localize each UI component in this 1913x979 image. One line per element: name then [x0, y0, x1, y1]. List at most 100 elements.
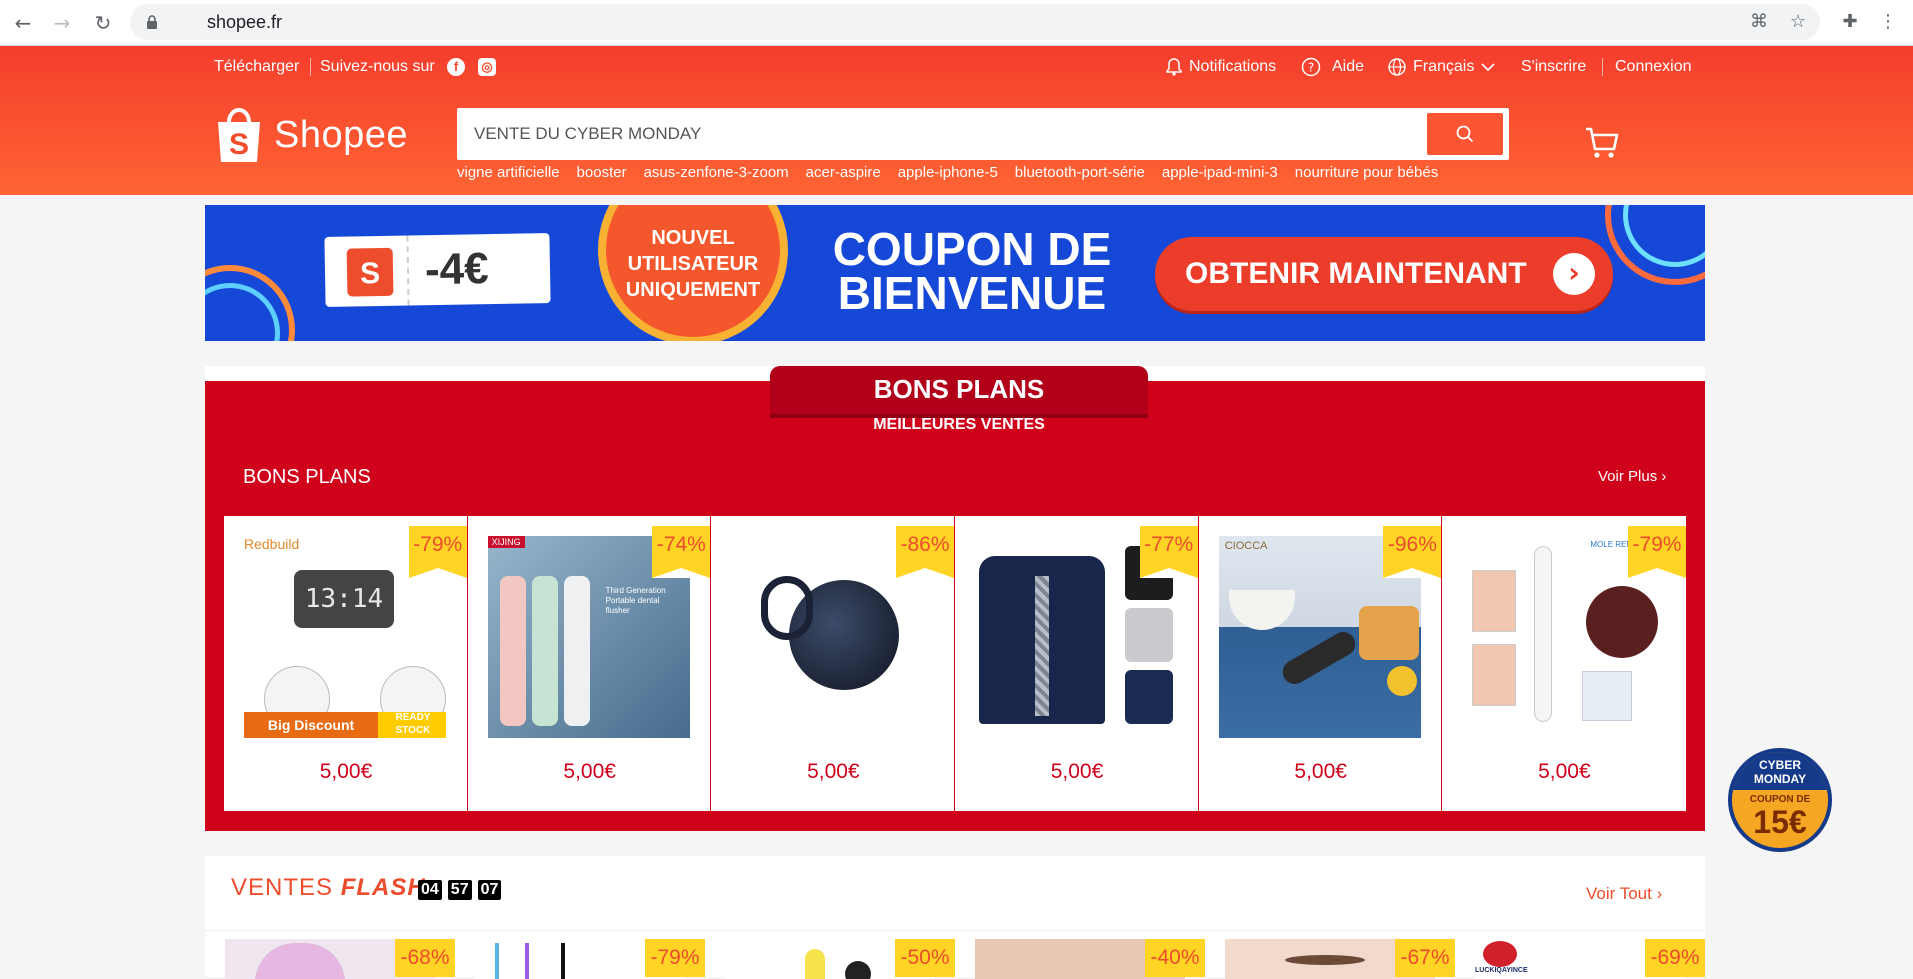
hand-mixer-icon — [1278, 627, 1360, 689]
notifications-link[interactable]: Notifications — [1189, 46, 1276, 88]
address-bar[interactable]: shopee.fr ⌘ ☆ — [130, 4, 1820, 40]
product-card[interactable]: MOLE REM -79% 5,00€ — [1442, 516, 1687, 811]
menu-kebab-icon[interactable]: ⋮ — [1876, 10, 1900, 34]
see-more-link[interactable]: Voir Plus › — [1598, 468, 1666, 485]
discount-badge: -77% — [1139, 526, 1198, 578]
reload-icon[interactable]: ↻ — [89, 9, 117, 37]
product-price: 5,00€ — [1050, 760, 1104, 783]
new-user-badge: NOUVEL UTILISATEUR UNIQUEMENT — [598, 205, 788, 341]
facebook-icon[interactable]: f — [447, 58, 465, 76]
search-bar — [457, 108, 1509, 160]
ready-stock-tag: READY STOCK — [395, 712, 431, 736]
follow-label: Suivez-nous sur — [320, 58, 435, 75]
product-price: 5,00€ — [319, 760, 373, 783]
svg-text:?: ? — [1308, 61, 1314, 75]
flash-product-card[interactable]: LUCKIQAYINCE -69% — [1455, 931, 1705, 979]
product-card[interactable]: CIOCCA -96% 5,00€ — [1198, 516, 1443, 811]
divider — [310, 58, 311, 76]
search-button[interactable] — [1427, 113, 1503, 155]
help-icon[interactable]: ? — [1301, 57, 1321, 77]
extensions-icon[interactable]: ✚ — [1838, 10, 1862, 34]
discount-badge: -40% — [1145, 939, 1205, 977]
suggestion-link[interactable]: apple-ipad-mini-3 — [1162, 164, 1278, 181]
alarm-clock-icon: 13:14 — [294, 570, 394, 628]
back-icon[interactable]: ← — [9, 9, 37, 37]
discount-badge: -74% — [652, 526, 711, 578]
suggestion-link[interactable]: apple-iphone-5 — [898, 164, 998, 181]
product-card[interactable]: -77% 5,00€ — [955, 516, 1199, 811]
product-price: 5,00€ — [807, 760, 860, 783]
flash-product-card[interactable]: -79% — [455, 931, 705, 979]
login-link[interactable]: Connexion — [1615, 46, 1692, 88]
forward-icon[interactable]: → — [48, 9, 76, 37]
countdown-timer: 04 57 07 — [418, 880, 502, 900]
url-text[interactable]: shopee.fr — [207, 4, 282, 40]
flash-sale-list: -68% -79% -50% -40% -67% LUCKIQAYINCE -6… — [205, 931, 1705, 979]
product-card[interactable]: XIJING Third Generation Portable dental … — [467, 516, 712, 811]
discount-badge: -79% — [645, 939, 705, 977]
flash-sale-title: VENTES FLASH — [231, 874, 426, 901]
water-flosser-icon — [499, 576, 526, 726]
search-icon — [1456, 125, 1474, 143]
welcome-coupon-banner[interactable]: S -4€ NOUVEL UTILISATEUR UNIQUEMENT COUP… — [205, 205, 1705, 341]
cyber-monday-coupon-float[interactable]: CYBER MONDAY COUPON DE 15€ — [1728, 748, 1832, 852]
discount-badge: -96% — [1383, 526, 1442, 578]
deals-subtitle: MEILLEURES VENTES — [873, 416, 1045, 433]
obtain-now-button[interactable]: OBTENIR MAINTENANT › — [1155, 237, 1613, 311]
top-navbar: Télécharger Suivez-nous sur f ◎ Notifica… — [0, 46, 1913, 88]
beauty-pen-icon — [1534, 546, 1553, 722]
flash-product-card[interactable]: -67% — [1205, 931, 1455, 979]
suggestion-link[interactable]: acer-aspire — [806, 164, 881, 181]
divider — [1602, 58, 1603, 76]
browser-toolbar: ← → ↻ shopee.fr ⌘ ☆ ✚ ⋮ — [0, 0, 1913, 46]
discount-badge: -67% — [1395, 939, 1455, 977]
banner-title: COUPON DE BIENVENUE — [832, 223, 1112, 319]
discount-badge: -69% — [1645, 939, 1705, 977]
suggestion-link[interactable]: booster — [577, 164, 627, 181]
product-card[interactable]: -86% 5,00€ — [711, 516, 956, 811]
coupon-ticket: S -4€ — [324, 233, 551, 307]
logo-text: Shopee — [274, 113, 409, 156]
see-all-link[interactable]: Voir Tout › — [1586, 884, 1662, 904]
site-header: Télécharger Suivez-nous sur f ◎ Notifica… — [0, 46, 1913, 195]
language-selector[interactable]: Français — [1413, 46, 1474, 88]
discount-badge: -79% — [1628, 526, 1687, 578]
coupon-amount: -4€ — [424, 244, 490, 295]
download-link[interactable]: Télécharger — [214, 46, 299, 88]
flash-product-card[interactable]: -40% — [955, 931, 1205, 979]
suggestion-link[interactable]: nourriture pour bébés — [1295, 164, 1438, 181]
shopee-bag-icon: S — [346, 247, 394, 297]
suggestion-link[interactable]: vigne artificielle — [457, 164, 560, 181]
shopping-bag-icon: S — [218, 108, 260, 162]
cart-icon[interactable] — [1584, 126, 1620, 160]
bookmark-star-icon[interactable]: ☆ — [1786, 10, 1810, 34]
suggestion-link[interactable]: asus-zenfone-3-zoom — [644, 164, 789, 181]
shopee-logo[interactable]: S Shopee — [214, 106, 408, 164]
chevron-down-icon[interactable] — [1480, 59, 1496, 75]
svg-text:S: S — [229, 128, 249, 161]
discount-badge: -86% — [896, 526, 955, 578]
globe-icon[interactable] — [1387, 57, 1407, 77]
flash-product-card[interactable]: -50% — [705, 931, 955, 979]
discount-badge: -68% — [395, 939, 455, 977]
deals-heading: BONS PLANS — [243, 466, 371, 488]
translate-icon[interactable]: ⌘ — [1747, 10, 1771, 34]
lock-icon — [147, 15, 157, 29]
deals-product-list: Redbuild 13:14 Big Discount READY STOCK … — [224, 516, 1687, 811]
discount-badge: -50% — [895, 939, 955, 977]
product-price: 5,00€ — [1538, 760, 1591, 783]
product-price: 5,00€ — [563, 760, 616, 783]
product-tag: Big Discount — [244, 712, 378, 738]
search-input[interactable] — [457, 108, 1427, 160]
flash-product-card[interactable]: -68% — [205, 931, 455, 979]
suggestion-link[interactable]: bluetooth-port-série — [1015, 164, 1145, 181]
search-suggestions: vigne artificielle booster asus-zenfone-… — [457, 164, 1455, 181]
help-link[interactable]: Aide — [1332, 46, 1364, 88]
signup-link[interactable]: S'inscrire — [1521, 46, 1586, 88]
deals-ribbon: BONS PLANS — [770, 366, 1148, 418]
flash-sale-header: VENTES FLASH 04 57 07 Voir Tout › — [205, 856, 1705, 931]
instagram-icon[interactable]: ◎ — [478, 58, 496, 76]
chevron-right-icon: › — [1553, 253, 1595, 295]
bell-icon[interactable] — [1164, 57, 1184, 77]
product-card[interactable]: Redbuild 13:14 Big Discount READY STOCK … — [224, 516, 468, 811]
